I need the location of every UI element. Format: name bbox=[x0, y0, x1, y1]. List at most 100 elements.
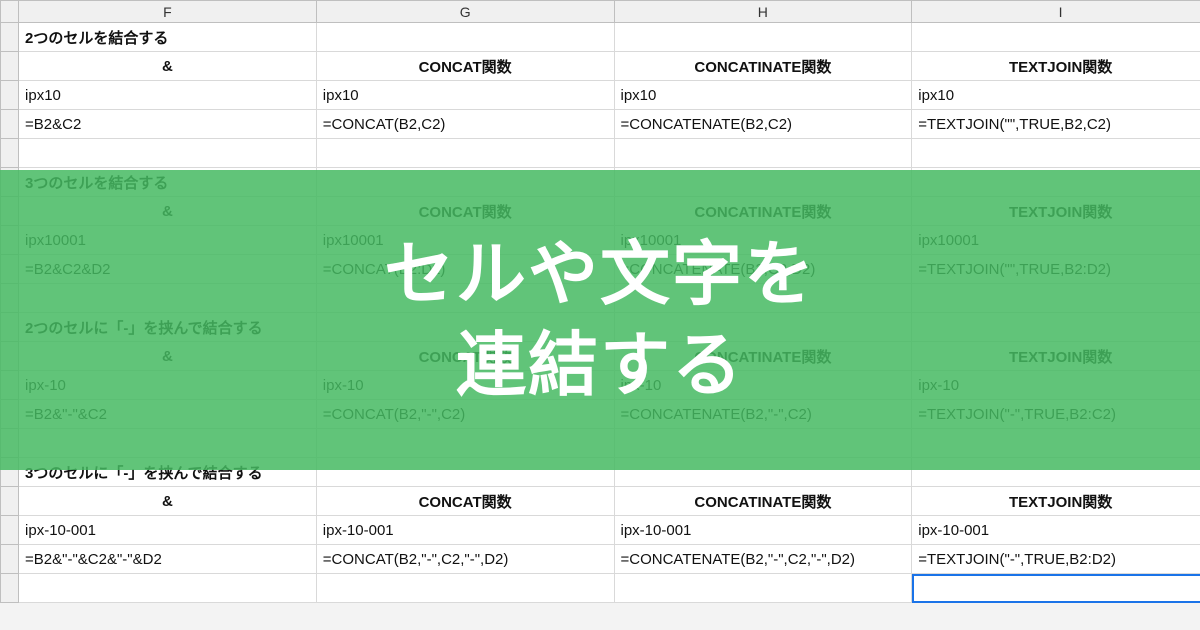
cell[interactable] bbox=[614, 429, 912, 458]
cell[interactable] bbox=[912, 284, 1200, 313]
cell-formula[interactable]: =CONCAT(B2,"-",C2) bbox=[316, 400, 614, 429]
cell-header[interactable]: TEXTJOIN関数 bbox=[912, 487, 1200, 516]
cell-value[interactable]: ipx10 bbox=[316, 81, 614, 110]
cell-header[interactable]: CONCAT関数 bbox=[316, 342, 614, 371]
cell[interactable] bbox=[316, 458, 614, 487]
cell-value[interactable]: ipx-10 bbox=[912, 371, 1200, 400]
row-header[interactable] bbox=[1, 226, 19, 255]
cell[interactable] bbox=[316, 313, 614, 342]
cell-value[interactable]: ipx-10 bbox=[316, 371, 614, 400]
cell-section-title[interactable]: 3つのセルに「-」を挟んで結合する bbox=[19, 458, 317, 487]
row-header[interactable] bbox=[1, 197, 19, 226]
cell-formula[interactable]: =B2&"-"&C2 bbox=[19, 400, 317, 429]
row-header[interactable] bbox=[1, 574, 19, 603]
row-header[interactable] bbox=[1, 23, 19, 52]
col-header-H[interactable]: H bbox=[614, 1, 912, 23]
cell-value[interactable]: ipx10001 bbox=[614, 226, 912, 255]
cell-header[interactable]: & bbox=[19, 487, 317, 516]
cell[interactable] bbox=[614, 284, 912, 313]
cell-value[interactable]: ipx-10-001 bbox=[912, 516, 1200, 545]
row-header[interactable] bbox=[1, 400, 19, 429]
cell[interactable] bbox=[316, 168, 614, 197]
row-header[interactable] bbox=[1, 255, 19, 284]
cell-value[interactable]: ipx10 bbox=[19, 81, 317, 110]
cell-formula[interactable]: =CONCATENATE(B2,C2,D2) bbox=[614, 255, 912, 284]
cell[interactable] bbox=[614, 574, 912, 603]
cell-header[interactable]: & bbox=[19, 342, 317, 371]
cell[interactable] bbox=[912, 23, 1200, 52]
cell-formula[interactable]: =CONCAT(B2,C2) bbox=[316, 110, 614, 139]
cell-value[interactable]: ipx-10-001 bbox=[316, 516, 614, 545]
row-header[interactable] bbox=[1, 429, 19, 458]
row-header[interactable] bbox=[1, 545, 19, 574]
cell-value[interactable]: ipx10001 bbox=[912, 226, 1200, 255]
cell-formula[interactable]: =B2&C2&D2 bbox=[19, 255, 317, 284]
col-header-F[interactable]: F bbox=[19, 1, 317, 23]
row-header[interactable] bbox=[1, 313, 19, 342]
row-header[interactable] bbox=[1, 516, 19, 545]
cell[interactable] bbox=[19, 574, 317, 603]
row-header[interactable] bbox=[1, 371, 19, 400]
cell[interactable] bbox=[614, 23, 912, 52]
row-header[interactable] bbox=[1, 168, 19, 197]
cell-formula[interactable]: =TEXTJOIN("",TRUE,B2:D2) bbox=[912, 255, 1200, 284]
row-header[interactable] bbox=[1, 487, 19, 516]
cell[interactable] bbox=[316, 139, 614, 168]
cell[interactable] bbox=[614, 139, 912, 168]
cell-header[interactable]: CONCATINATE関数 bbox=[614, 52, 912, 81]
cell-formula[interactable]: =CONCAT(B2,"-",C2,"-",D2) bbox=[316, 545, 614, 574]
cell-header[interactable]: & bbox=[19, 197, 317, 226]
cell-formula[interactable]: =CONCATENATE(B2,C2) bbox=[614, 110, 912, 139]
cell[interactable] bbox=[316, 429, 614, 458]
cell-header[interactable]: CONCATINATE関数 bbox=[614, 342, 912, 371]
cell-formula[interactable]: =B2&"-"&C2&"-"&D2 bbox=[19, 545, 317, 574]
row-header[interactable] bbox=[1, 342, 19, 371]
cell[interactable] bbox=[316, 23, 614, 52]
cell-value[interactable]: ipx10 bbox=[614, 81, 912, 110]
cell-formula[interactable]: =CONCATENATE(B2,"-",C2,"-",D2) bbox=[614, 545, 912, 574]
cell-header[interactable]: CONCATINATE関数 bbox=[614, 487, 912, 516]
cell-header[interactable]: CONCATINATE関数 bbox=[614, 197, 912, 226]
col-header-I[interactable]: I bbox=[912, 1, 1200, 23]
cell-formula[interactable]: =CONCAT(B2:D2) bbox=[316, 255, 614, 284]
cell-formula[interactable]: =TEXTJOIN("-",TRUE,B2:C2) bbox=[912, 400, 1200, 429]
cell-header[interactable]: CONCAT関数 bbox=[316, 52, 614, 81]
cell[interactable] bbox=[316, 574, 614, 603]
cell[interactable] bbox=[316, 284, 614, 313]
cell[interactable] bbox=[912, 139, 1200, 168]
cell-header[interactable]: & bbox=[19, 52, 317, 81]
corner-cell[interactable] bbox=[1, 1, 19, 23]
cell-header[interactable]: TEXTJOIN関数 bbox=[912, 342, 1200, 371]
cell-section-title[interactable]: 3つのセルを結合する bbox=[19, 168, 317, 197]
cell-formula[interactable]: =TEXTJOIN("",TRUE,B2,C2) bbox=[912, 110, 1200, 139]
cell-value[interactable]: ipx-10 bbox=[614, 371, 912, 400]
cell[interactable] bbox=[19, 139, 317, 168]
cell-value[interactable]: ipx-10-001 bbox=[19, 516, 317, 545]
cell-header[interactable]: CONCAT関数 bbox=[316, 487, 614, 516]
cell[interactable] bbox=[912, 429, 1200, 458]
row-header[interactable] bbox=[1, 139, 19, 168]
spreadsheet-grid[interactable]: F G H I 2つのセルを結合する & CONCAT関数 CONCATINAT… bbox=[0, 0, 1200, 603]
cell-value[interactable]: ipx-10 bbox=[19, 371, 317, 400]
col-header-G[interactable]: G bbox=[316, 1, 614, 23]
cell-value[interactable]: ipx10001 bbox=[19, 226, 317, 255]
cell[interactable] bbox=[19, 429, 317, 458]
cell[interactable] bbox=[19, 284, 317, 313]
cell-formula[interactable]: =TEXTJOIN("-",TRUE,B2:D2) bbox=[912, 545, 1200, 574]
cell[interactable] bbox=[912, 313, 1200, 342]
cell-section-title[interactable]: 2つのセルに「-」を挟んで結合する bbox=[19, 313, 317, 342]
row-header[interactable] bbox=[1, 284, 19, 313]
cell-section-title[interactable]: 2つのセルを結合する bbox=[19, 23, 317, 52]
row-header[interactable] bbox=[1, 81, 19, 110]
cell-header[interactable]: TEXTJOIN関数 bbox=[912, 52, 1200, 81]
cell-selected[interactable] bbox=[912, 574, 1200, 603]
row-header[interactable] bbox=[1, 52, 19, 81]
cell[interactable] bbox=[614, 313, 912, 342]
cell[interactable] bbox=[912, 168, 1200, 197]
cell-value[interactable]: ipx10001 bbox=[316, 226, 614, 255]
cell[interactable] bbox=[912, 458, 1200, 487]
cell-header[interactable]: CONCAT関数 bbox=[316, 197, 614, 226]
cell-value[interactable]: ipx10 bbox=[912, 81, 1200, 110]
cell-header[interactable]: TEXTJOIN関数 bbox=[912, 197, 1200, 226]
row-header[interactable] bbox=[1, 110, 19, 139]
